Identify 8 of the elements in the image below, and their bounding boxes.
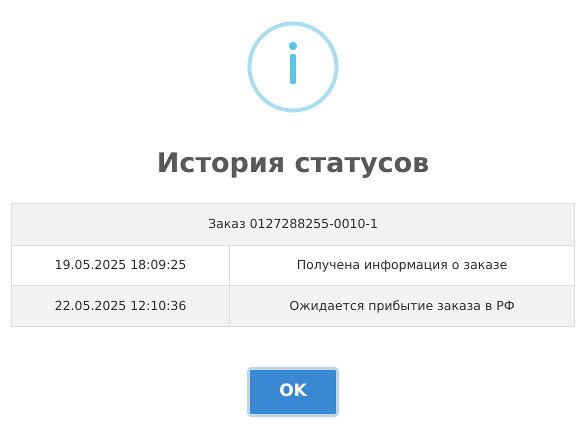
table-cell-text: Ожидается прибытие заказа в РФ: [288, 296, 516, 315]
table-cell: 22.05.2025 12:10:36: [12, 286, 230, 326]
table-cell: 19.05.2025 18:09:25: [12, 246, 230, 285]
info-icon: [247, 21, 339, 113]
table-header: Заказ 0127288255-0010-1: [12, 204, 574, 246]
table-cell-text: Получена информация о заказе: [296, 256, 508, 274]
ok-button[interactable]: OK: [247, 367, 339, 417]
dialog-title: История статусов: [156, 147, 430, 181]
